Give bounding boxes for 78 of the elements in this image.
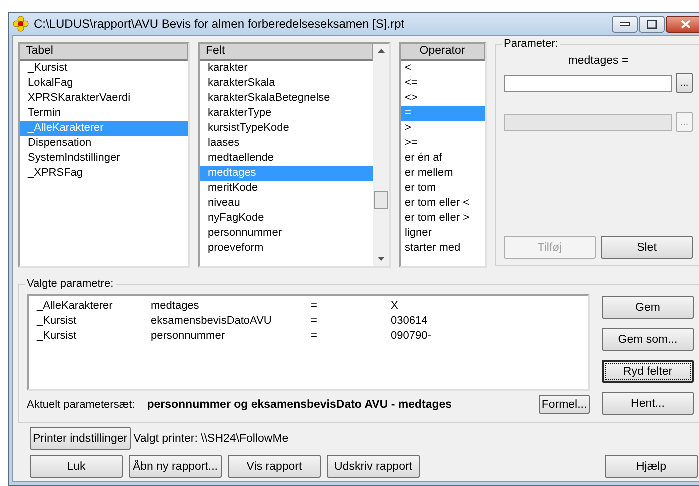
- table-cell-text: =: [311, 299, 318, 314]
- table-cell-text: 090790-: [391, 329, 432, 344]
- list-item[interactable]: _Kursist: [20, 61, 188, 76]
- column-header[interactable]: Felt: [200, 44, 373, 61]
- scroll-thumb[interactable]: [374, 191, 388, 209]
- list-item[interactable]: medtaellende: [200, 151, 373, 166]
- list-item[interactable]: <>: [401, 91, 485, 106]
- list-item[interactable]: XPRSKarakterVaerdi: [20, 91, 188, 106]
- parameter-label: medtages =: [567, 55, 630, 67]
- table-cell-text: 030614: [391, 314, 429, 329]
- list-item[interactable]: >=: [401, 136, 485, 151]
- action-button[interactable]: Luk: [30, 455, 123, 478]
- list-item[interactable]: kursistTypeKode: [200, 121, 373, 136]
- current-set-label: Aktuelt parametersæt:: [27, 398, 136, 410]
- formula-button[interactable]: Formel...: [539, 395, 590, 414]
- list-item[interactable]: er tom: [401, 181, 485, 196]
- column-header[interactable]: Operator: [401, 44, 485, 61]
- list-item[interactable]: nyFagKode: [200, 211, 373, 226]
- list-item[interactable]: meritKode: [200, 181, 373, 196]
- list-item[interactable]: karakter: [200, 61, 373, 76]
- close-icon: [681, 20, 691, 28]
- scroll-down-arrow-icon[interactable]: [378, 257, 384, 261]
- list-item[interactable]: proeveform: [200, 241, 373, 256]
- scrollbar[interactable]: [373, 44, 389, 266]
- printer-label: Valgt printer: \\SH24\FollowMe: [134, 432, 289, 444]
- list-item[interactable]: Termin: [20, 106, 188, 121]
- input-field[interactable]: [504, 75, 672, 92]
- action-button[interactable]: Gem: [602, 296, 694, 319]
- list-item[interactable]: niveau: [200, 196, 373, 211]
- browse-button[interactable]: ...: [676, 73, 693, 93]
- scroll-up-arrow-icon[interactable]: [378, 49, 384, 53]
- table-cell-text: =: [311, 314, 318, 329]
- maximize-button[interactable]: [639, 16, 665, 32]
- action-button[interactable]: Slet: [601, 236, 693, 259]
- minimize-button[interactable]: [612, 16, 638, 32]
- table-cell-text: X: [391, 299, 400, 314]
- action-button[interactable]: Åbn ny rapport...: [129, 455, 222, 478]
- column-header[interactable]: Tabel: [20, 44, 188, 61]
- list-item[interactable]: SystemIndstillinger: [20, 151, 188, 166]
- action-button[interactable]: Ryd felter: [602, 360, 694, 383]
- list-item[interactable]: karakterType: [200, 106, 373, 121]
- table-cell-text: _Kursist: [37, 314, 78, 329]
- list-item[interactable]: LokalFag: [20, 76, 188, 91]
- list-item[interactable]: <=: [401, 76, 485, 91]
- help-button[interactable]: Hjælp: [605, 455, 698, 478]
- table-cell-text: personnummer: [151, 329, 226, 344]
- action-button[interactable]: Udskriv rapport: [327, 455, 420, 478]
- list-item[interactable]: _XPRSFag: [20, 166, 188, 181]
- list-item[interactable]: er tom eller <: [401, 196, 485, 211]
- list-item[interactable]: ligner: [401, 226, 485, 241]
- table-cell-text: medtages: [151, 299, 200, 314]
- action-button[interactable]: Vis rapport: [228, 455, 321, 478]
- list-item[interactable]: >: [401, 121, 485, 136]
- printer-settings-button[interactable]: Printer indstillinger: [30, 427, 131, 450]
- table-cell-text: _AlleKarakterer: [37, 299, 114, 314]
- action-button[interactable]: Gem som...: [602, 328, 694, 351]
- table-cell-text: eksamensbevisDatoAVU: [151, 314, 273, 329]
- list-item[interactable]: er mellem: [401, 166, 485, 181]
- close-button[interactable]: [666, 16, 699, 32]
- list-item[interactable]: personnummer: [200, 226, 373, 241]
- current-set-name: personnummer og eksamensbevisDato AVU - medtages: [147, 398, 452, 410]
- action-button[interactable]: Hent...: [602, 392, 694, 415]
- list-item[interactable]: er tom eller >: [401, 211, 485, 226]
- list-item[interactable]: Dispensation: [20, 136, 188, 151]
- window-title: C:\LUDUS\rapport\AVU Bevis for almen forberedelseseksamen [S].rpt: [34, 17, 405, 31]
- maximize-icon: [647, 20, 657, 28]
- list-item[interactable]: er én af: [401, 151, 485, 166]
- minimize-icon: [620, 22, 630, 26]
- list-item[interactable]: karakterSkala: [200, 76, 373, 91]
- list-item[interactable]: starter med: [401, 241, 485, 256]
- list-item[interactable]: karakterSkalaBetegnelse: [200, 91, 373, 106]
- flower-icon: [13, 16, 29, 32]
- table-cell-text: =: [311, 329, 318, 344]
- group-label: Parameter:: [502, 38, 560, 50]
- list-item[interactable]: laases: [200, 136, 373, 151]
- table-cell-text: _Kursist: [37, 329, 78, 344]
- group-label: Valgte parametre:: [25, 278, 116, 290]
- list-item[interactable]: <: [401, 61, 485, 76]
